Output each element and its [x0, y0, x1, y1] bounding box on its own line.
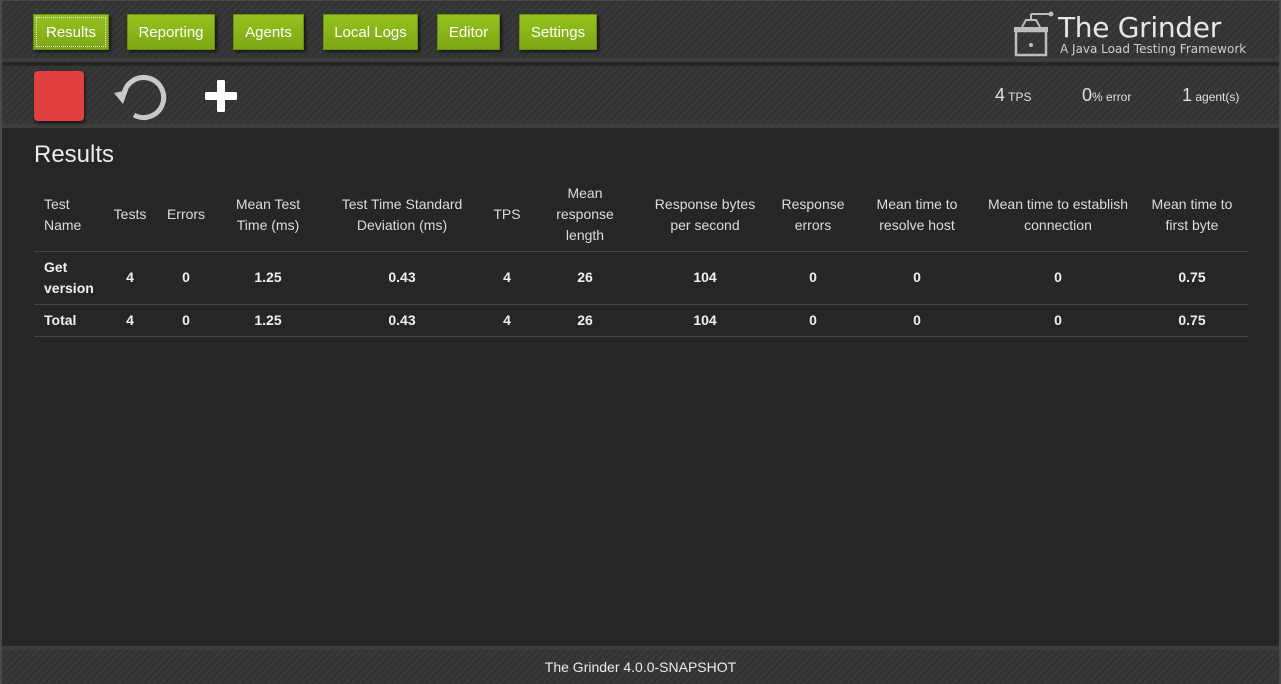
results-table: Test Name Tests Errors Mean Test Time (m… [34, 179, 1248, 337]
table-row-total: Total 4 0 1.25 0.43 4 26 104 0 0 0 0.75 [34, 304, 1248, 337]
table-cell: 0 [772, 304, 854, 337]
table-cell: 0.43 [322, 304, 482, 337]
agents-stat: 1 agent(s) [1182, 85, 1239, 106]
column-header[interactable]: Mean time to establish connection [980, 179, 1136, 252]
table-cell: 0 [158, 304, 214, 337]
column-header[interactable]: TPS [482, 179, 532, 252]
column-header[interactable]: Mean response length [532, 179, 638, 252]
brand-title: The Grinder [1058, 11, 1221, 44]
table-cell: 0.75 [1136, 251, 1248, 305]
table-cell: 4 [482, 251, 532, 305]
nav-editor-button[interactable]: Editor [437, 14, 500, 50]
reset-icon[interactable] [112, 70, 168, 124]
control-bar: 4 TPS 0% error 1 agent(s) [2, 66, 1279, 128]
tps-stat: 4 TPS [995, 85, 1031, 106]
table-cell: 104 [638, 251, 772, 305]
column-header[interactable]: Mean time to resolve host [854, 179, 980, 252]
nav-local-logs-button[interactable]: Local Logs [323, 14, 418, 50]
error-label: % error [1092, 90, 1132, 104]
nav-settings-button[interactable]: Settings [519, 14, 597, 50]
table-cell: 0.43 [322, 251, 482, 305]
column-header[interactable]: Test Time Standard Deviation (ms) [322, 179, 482, 252]
brand-logo: The Grinder A Java Load Testing Framewor… [1012, 9, 1272, 59]
table-cell: 0 [980, 251, 1136, 305]
table-cell-test-name: Get version [34, 251, 102, 305]
table-cell: 0 [980, 304, 1136, 337]
table-cell: 0 [854, 251, 980, 305]
nav-reporting-button[interactable]: Reporting [127, 14, 215, 50]
error-stat: 0% error [1082, 85, 1131, 106]
nav-results-button[interactable]: Results [33, 14, 109, 50]
top-nav: Results Reporting Agents Local Logs Edit… [2, 1, 1279, 62]
table-cell: 4 [102, 251, 158, 305]
column-header[interactable]: Tests [102, 179, 158, 252]
grinder-icon [1014, 11, 1054, 57]
column-header[interactable]: Errors [158, 179, 214, 252]
table-cell: 104 [638, 304, 772, 337]
column-header[interactable]: Mean Test Time (ms) [214, 179, 322, 252]
table-cell: 0 [158, 251, 214, 305]
column-header[interactable]: Mean time to first byte [1136, 179, 1248, 252]
table-cell: 0 [854, 304, 980, 337]
table-cell: 1.25 [214, 304, 322, 337]
stop-button[interactable] [34, 71, 84, 121]
plus-icon[interactable] [201, 76, 241, 116]
brand-subtitle: A Java Load Testing Framework [1060, 42, 1247, 56]
table-cell: 4 [102, 304, 158, 337]
table-cell: 26 [532, 304, 638, 337]
page-title: Results [34, 141, 115, 168]
table-cell: 4 [482, 304, 532, 337]
table-row: Get version 4 0 1.25 0.43 4 26 104 0 0 0… [34, 251, 1248, 305]
error-value: 0 [1082, 85, 1093, 105]
table-cell: 26 [532, 251, 638, 305]
tps-label: TPS [1008, 90, 1032, 104]
tps-value: 4 [995, 85, 1006, 105]
agents-value: 1 [1182, 85, 1193, 105]
nav-agents-button[interactable]: Agents [233, 14, 304, 50]
agents-label: agent(s) [1195, 90, 1240, 104]
table-header-row: Test Name Tests Errors Mean Test Time (m… [34, 179, 1248, 252]
column-header[interactable]: Response errors [772, 179, 854, 252]
column-header[interactable]: Test Name [34, 179, 102, 252]
table-cell: 0 [772, 251, 854, 305]
footer: The Grinder 4.0.0-SNAPSHOT [2, 646, 1279, 684]
footer-version-text: The Grinder 4.0.0-SNAPSHOT [544, 659, 737, 675]
table-cell: 0.75 [1136, 304, 1248, 337]
column-header[interactable]: Response bytes per second [638, 179, 772, 252]
table-cell-test-name: Total [34, 304, 102, 337]
table-cell: 1.25 [214, 251, 322, 305]
